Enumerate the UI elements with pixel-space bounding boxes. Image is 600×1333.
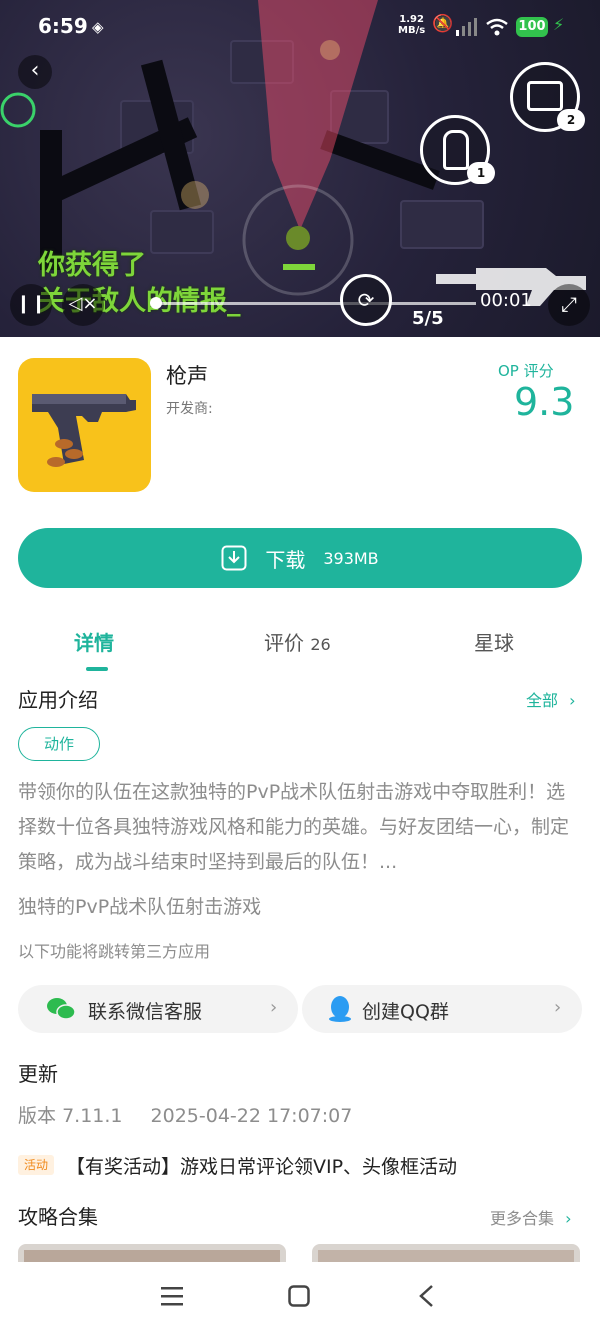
pistol-icon	[32, 394, 136, 467]
tab-reviews-count: 26	[310, 635, 331, 654]
wechat-support-button[interactable]: 联系微信客服 ›	[18, 985, 298, 1033]
heal-ability-icon[interactable]: 2	[510, 62, 585, 132]
version-info: 版本 7.11.1 2025-04-22 17:07:07	[18, 1101, 352, 1128]
charging-icon: ⚡	[553, 15, 565, 34]
app-notification-icon: ◈	[92, 18, 104, 36]
update-title: 更新	[18, 1062, 58, 1086]
clock: 6:59	[38, 14, 88, 38]
intro-all-label: 全部	[526, 691, 559, 710]
chevron-right-icon: ›	[565, 1209, 572, 1228]
download-content: 下载 393MB	[18, 528, 582, 588]
version-label: 版本	[18, 1105, 57, 1127]
skeleton-icon	[443, 130, 469, 170]
pause-button[interactable]: ❙❙	[10, 284, 52, 326]
more-guides-label: 更多合集	[490, 1209, 555, 1228]
guides-title: 攻略合集	[18, 1205, 98, 1229]
progress-knob[interactable]	[150, 297, 162, 309]
reload-icon: ⟳	[340, 274, 392, 326]
video-player[interactable]: 6:59 ◈ 1.92 MB/s 🔕 100 ⚡ ‹ 2 1 你获得了 关于敌人…	[0, 0, 600, 337]
tab-reviews-label: 评价	[264, 631, 304, 655]
download-icon	[221, 545, 247, 571]
more-guides-link[interactable]: 更多合集 ›	[490, 1205, 572, 1229]
download-label: 下载	[265, 547, 306, 572]
tab-reviews[interactable]: 评价 26	[264, 627, 331, 656]
back-button[interactable]: ‹	[18, 55, 52, 89]
chevron-right-icon: ›	[270, 997, 278, 1018]
reward-line-1: 你获得了	[38, 250, 146, 281]
tab-indicator	[86, 667, 108, 671]
fullscreen-button[interactable]: ⤢	[548, 284, 590, 326]
mute-button[interactable]: ◁×	[62, 284, 104, 326]
event-link[interactable]: 【有奖活动】游戏日常评论领VIP、头像框活动	[66, 1152, 457, 1179]
heal-ability-count: 2	[557, 109, 585, 131]
tab-details-label: 详情	[74, 631, 114, 655]
network-speed-unit: MB/s	[398, 25, 426, 36]
battery-indicator: 100	[516, 17, 548, 37]
network-speed: 1.92 MB/s	[398, 14, 425, 36]
app-icon	[18, 358, 151, 492]
xray-ability-count: 1	[467, 162, 495, 184]
status-bar: 6:59 ◈ 1.92 MB/s 🔕 100 ⚡	[0, 0, 600, 56]
ammo-counter: 5/5	[412, 308, 444, 329]
qq-icon	[329, 996, 351, 1022]
wechat-icon	[47, 998, 76, 1020]
home-icon[interactable]	[288, 1285, 310, 1307]
version-number: 7.11.1	[62, 1105, 123, 1127]
progress-track[interactable]	[156, 302, 476, 305]
create-qq-group-button[interactable]: 创建QQ群 ›	[302, 985, 582, 1033]
medkit-icon	[527, 81, 563, 111]
intro-all-link[interactable]: 全部 ›	[526, 687, 576, 711]
chevron-right-icon: ›	[569, 691, 576, 710]
network-speed-value: 1.92	[399, 14, 424, 25]
score-value: 9.3	[514, 380, 575, 424]
tab-planet[interactable]: 星球	[474, 627, 514, 656]
tab-details[interactable]: 详情	[74, 627, 114, 656]
app-title: 枪声	[166, 364, 208, 388]
xray-ability-icon[interactable]: 1	[420, 115, 495, 185]
app-subtitle: 独特的PvP战术队伍射击游戏	[18, 896, 262, 918]
third-party-note: 以下功能将跳转第三方应用	[18, 942, 211, 961]
download-size: 393MB	[323, 548, 379, 568]
genre-tag[interactable]: 动作	[18, 727, 100, 761]
signal-icon	[456, 18, 477, 36]
download-button[interactable]: 下载 393MB	[18, 528, 582, 588]
app-description[interactable]: 带领你的队伍在这款独特的PvP战术队伍射击游戏中夺取胜利！选择数十位各具独特游戏…	[18, 775, 584, 880]
mute-notification-icon: 🔕	[432, 14, 454, 34]
chevron-right-icon: ›	[554, 997, 562, 1018]
intro-title: 应用介绍	[18, 688, 98, 712]
system-nav-bar	[0, 1262, 600, 1333]
wechat-support-label: 联系微信客服	[88, 1001, 203, 1023]
wifi-icon	[486, 18, 508, 36]
update-date: 2025-04-22 17:07:07	[150, 1105, 353, 1127]
menu-icon[interactable]	[161, 1286, 183, 1306]
back-nav-icon[interactable]	[418, 1284, 434, 1308]
score-label: OP 评分	[498, 362, 554, 380]
video-timestamp: 00:01	[480, 290, 532, 311]
qq-group-label: 创建QQ群	[362, 1001, 449, 1023]
developer-label: 开发商:	[166, 401, 213, 417]
event-badge: 活动	[18, 1155, 54, 1175]
tab-planet-label: 星球	[474, 631, 514, 655]
